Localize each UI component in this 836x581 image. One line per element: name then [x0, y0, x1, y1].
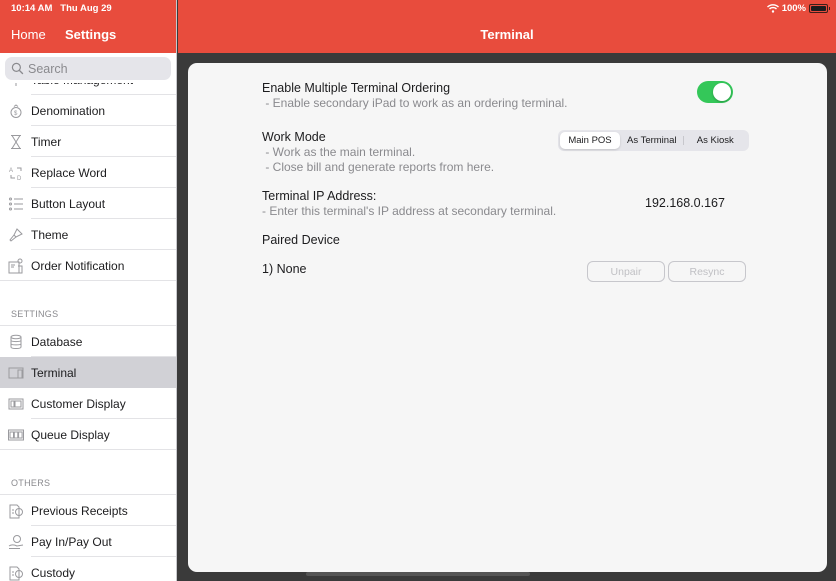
battery-icon: [809, 4, 830, 13]
work-mode-segmented-control[interactable]: Main POS As Terminal As Kiosk: [558, 130, 749, 151]
sidebar-item-label: Theme: [31, 227, 69, 242]
sidebar-item-label: Timer: [31, 134, 62, 149]
receipt-icon: [7, 502, 25, 520]
sidebar: Table Management $ Denomination Timer AD…: [0, 0, 177, 581]
multi-terminal-desc: - Enable secondary iPad to work as an or…: [262, 96, 568, 110]
section-header-label: OTHERS: [11, 478, 51, 488]
sidebar-list[interactable]: Table Management $ Denomination Timer AD…: [0, 64, 176, 581]
customer-display-icon: [7, 395, 25, 413]
sidebar-item-replace-word[interactable]: AD Replace Word: [0, 157, 176, 188]
page-title: Terminal: [480, 27, 534, 42]
sidebar-item-label: Replace Word: [31, 165, 107, 180]
work-mode-title: Work Mode: [262, 130, 326, 144]
svg-text:A: A: [9, 168, 13, 174]
sidebar-item-custody[interactable]: Custody: [0, 557, 176, 581]
sidebar-item-label: Terminal: [31, 365, 77, 380]
notification-icon: [7, 257, 25, 275]
sidebar-item-label: Denomination: [31, 103, 106, 118]
hourglass-icon: [7, 133, 25, 151]
queue-display-icon: [7, 426, 25, 444]
home-indicator[interactable]: [306, 572, 530, 576]
database-icon: [7, 333, 25, 351]
unpair-button[interactable]: Unpair: [587, 261, 665, 282]
sidebar-item-customer-display[interactable]: Customer Display: [0, 388, 176, 419]
status-time-date: 10:14 AM Thu Aug 29: [11, 3, 112, 14]
terminal-icon: [7, 364, 25, 382]
ip-address-desc: - Enter this terminal's IP address at se…: [262, 204, 557, 218]
sidebar-header: 10:14 AM Thu Aug 29 Home Settings: [0, 0, 176, 53]
list-icon: [7, 195, 25, 213]
sidebar-item-label: Queue Display: [31, 427, 110, 442]
sidebar-title: Settings: [65, 27, 117, 42]
multi-terminal-toggle[interactable]: [697, 81, 733, 103]
sidebar-item-terminal[interactable]: Terminal: [0, 357, 176, 388]
sidebar-item-timer[interactable]: Timer: [0, 126, 176, 157]
main-header: 100% Terminal: [178, 0, 836, 53]
multi-terminal-title: Enable Multiple Terminal Ordering: [262, 81, 451, 95]
sidebar-item-label: Pay In/Pay Out: [31, 534, 112, 549]
sidebar-item-label: Order Notification: [31, 258, 125, 273]
resync-button[interactable]: Resync: [668, 261, 746, 282]
search-input[interactable]: [28, 61, 168, 76]
status-time: 10:14 AM: [11, 3, 53, 14]
segment-as-kiosk[interactable]: As Kiosk: [684, 132, 748, 149]
sidebar-item-denomination[interactable]: $ Denomination: [0, 95, 176, 126]
battery-percentage: 100%: [781, 3, 806, 14]
work-mode-desc-line-1: - Work as the main terminal.: [262, 145, 416, 159]
ip-address-value: 192.168.0.167: [645, 196, 725, 210]
pay-hand-icon: [7, 533, 25, 551]
wifi-icon: [766, 4, 779, 13]
money-bag-icon: $: [7, 102, 25, 120]
sidebar-item-database[interactable]: Database: [0, 326, 176, 357]
sidebar-item-theme[interactable]: Theme: [0, 219, 176, 250]
segment-main-pos[interactable]: Main POS: [560, 132, 620, 149]
sidebar-item-order-notification[interactable]: Order Notification: [0, 250, 176, 281]
home-button[interactable]: Home: [11, 27, 46, 42]
brush-icon: [7, 226, 25, 244]
svg-text:D: D: [17, 176, 22, 181]
sidebar-item-label: Previous Receipts: [31, 503, 128, 518]
sidebar-item-label: Customer Display: [31, 396, 126, 411]
status-date: Thu Aug 29: [60, 3, 112, 14]
paired-device-title: Paired Device: [262, 233, 340, 247]
status-indicators: 100%: [766, 3, 830, 14]
sidebar-item-previous-receipts[interactable]: Previous Receipts: [0, 495, 176, 526]
sidebar-item-label: Button Layout: [31, 196, 106, 211]
sidebar-item-label: Custody: [31, 565, 76, 580]
search-bar[interactable]: [5, 57, 171, 80]
sidebar-item-pay-in-pay-out[interactable]: Pay In/Pay Out: [0, 526, 176, 557]
work-mode-desc-line-2: - Close bill and generate reports from h…: [262, 160, 495, 174]
paired-device-entry: 1) None: [262, 262, 307, 276]
section-header-label: SETTINGS: [11, 309, 59, 319]
section-header-settings: SETTINGS: [0, 281, 176, 326]
sidebar-item-label: Database: [31, 334, 83, 349]
section-header-others: OTHERS: [0, 450, 176, 495]
sidebar-item-button-layout[interactable]: Button Layout: [0, 188, 176, 219]
toggle-knob: [713, 83, 731, 101]
replace-icon: AD: [7, 164, 25, 182]
sidebar-item-queue-display[interactable]: Queue Display: [0, 419, 176, 450]
svg-text:$: $: [14, 111, 18, 117]
segment-as-terminal[interactable]: As Terminal: [620, 132, 684, 149]
search-icon: [11, 62, 24, 75]
ip-address-title: Terminal IP Address:: [262, 189, 377, 203]
receipt-icon: [7, 564, 25, 581]
